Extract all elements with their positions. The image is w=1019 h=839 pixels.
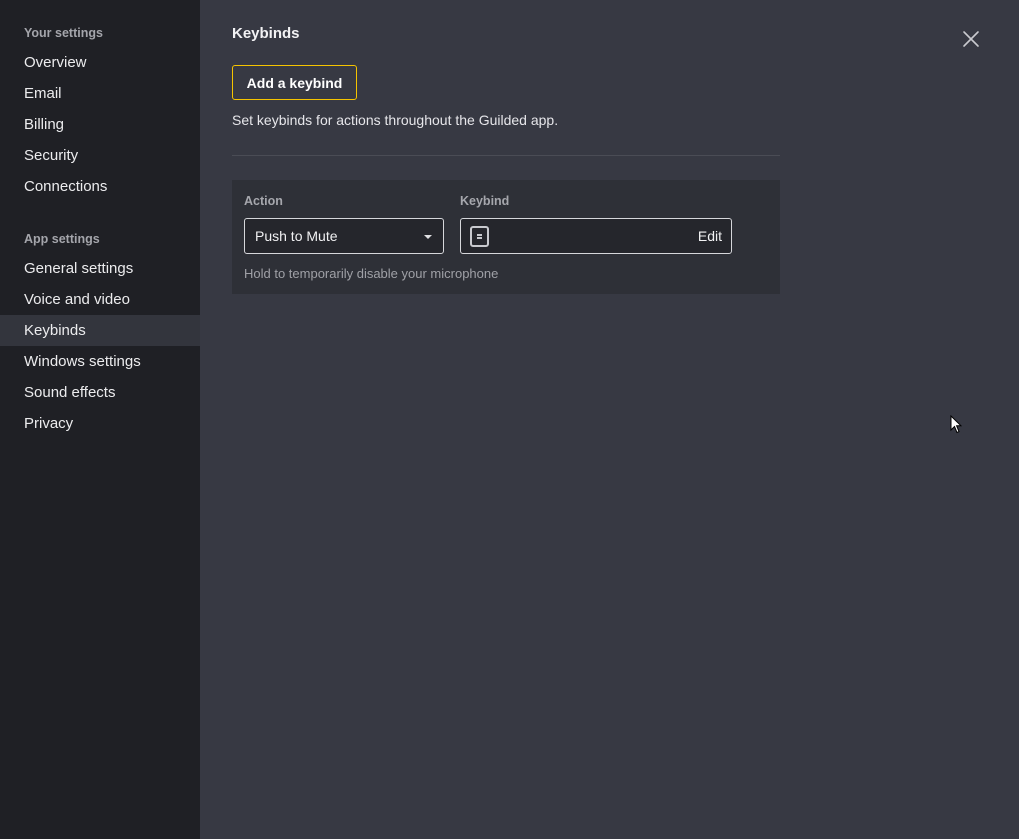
close-icon[interactable] xyxy=(962,30,980,48)
sidebar-item-privacy[interactable]: Privacy xyxy=(0,408,200,439)
sidebar-item-overview[interactable]: Overview xyxy=(0,47,200,78)
sidebar-item-security[interactable]: Security xyxy=(0,140,200,171)
section-divider xyxy=(232,155,780,156)
keybind-column-label: Keybind xyxy=(460,194,510,208)
sidebar-item-sound-effects[interactable]: Sound effects xyxy=(0,377,200,408)
sidebar-item-windows-settings[interactable]: Windows settings xyxy=(0,346,200,377)
keybind-card: Action Keybind Push to Mute Edit Hold to… xyxy=(232,180,780,294)
page-description: Set keybinds for actions throughout the … xyxy=(232,112,559,128)
keybind-hint: Hold to temporarily disable your microph… xyxy=(244,266,499,281)
sidebar-item-email[interactable]: Email xyxy=(0,78,200,109)
app-settings-header: App settings xyxy=(24,232,100,246)
action-select-value: Push to Mute xyxy=(255,228,338,244)
sidebar-item-voice-and-video[interactable]: Voice and video xyxy=(0,284,200,315)
mouse-cursor-icon xyxy=(950,414,963,435)
action-column-label: Action xyxy=(244,194,283,208)
settings-sidebar: Your settings Overview Email Billing Sec… xyxy=(0,0,200,839)
your-settings-header: Your settings xyxy=(24,26,103,40)
keyboard-key-icon xyxy=(470,226,489,247)
sidebar-item-connections[interactable]: Connections xyxy=(0,171,200,202)
sidebar-item-billing[interactable]: Billing xyxy=(0,109,200,140)
chevron-down-icon xyxy=(424,235,432,239)
sidebar-item-keybinds[interactable]: Keybinds xyxy=(0,315,200,346)
edit-keybind-button[interactable]: Edit xyxy=(698,219,722,253)
add-keybind-button[interactable]: Add a keybind xyxy=(232,65,357,100)
keybind-field[interactable]: Edit xyxy=(460,218,732,254)
settings-content: Keybinds Add a keybind Set keybinds for … xyxy=(200,0,1019,839)
action-select[interactable]: Push to Mute xyxy=(244,218,444,254)
sidebar-item-general-settings[interactable]: General settings xyxy=(0,253,200,284)
page-title: Keybinds xyxy=(232,25,300,42)
